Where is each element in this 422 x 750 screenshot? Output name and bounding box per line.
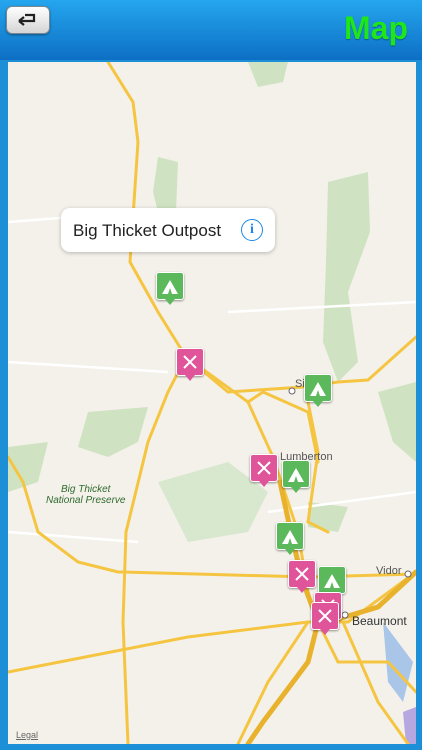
fork-knife-icon <box>318 609 332 623</box>
pin-callout[interactable]: Big Thicket Outpost i <box>61 208 275 252</box>
legal-link[interactable]: Legal <box>16 730 38 740</box>
tent-icon <box>162 280 178 294</box>
info-icon[interactable]: i <box>241 219 263 241</box>
camp-pin[interactable] <box>304 374 332 407</box>
restaurant-pin[interactable] <box>288 560 316 593</box>
park-name-line1: Big Thicket <box>61 484 111 495</box>
restaurant-pin[interactable] <box>311 602 339 635</box>
camp-pin[interactable] <box>318 566 346 599</box>
callout-title: Big Thicket Outpost <box>73 221 222 240</box>
fork-knife-icon <box>257 461 271 475</box>
back-button[interactable] <box>6 6 50 34</box>
tent-icon <box>310 382 326 396</box>
camp-pin[interactable] <box>276 522 304 555</box>
top-bar: Map <box>0 0 422 60</box>
camp-pin[interactable] <box>282 460 310 493</box>
restaurant-pin[interactable] <box>176 348 204 381</box>
park-name-line2: National Preserve <box>46 495 126 506</box>
page-title: Map <box>344 10 408 46</box>
fork-knife-icon <box>295 567 309 581</box>
camp-pin[interactable] <box>156 272 184 305</box>
map-view[interactable]: Big Thicket National Preserve Si Lumbert… <box>8 62 416 744</box>
tent-icon <box>288 468 304 482</box>
tent-icon <box>282 530 298 544</box>
restaurant-pin[interactable] <box>250 454 278 487</box>
place-beaumont: Beaumont <box>352 614 407 628</box>
map-base <box>8 62 416 744</box>
fork-knife-icon <box>183 355 197 369</box>
back-arrow-icon <box>18 13 36 26</box>
park-label: Big Thicket National Preserve <box>46 484 125 506</box>
tent-icon <box>324 574 340 588</box>
place-vidor: Vidor <box>376 565 402 577</box>
